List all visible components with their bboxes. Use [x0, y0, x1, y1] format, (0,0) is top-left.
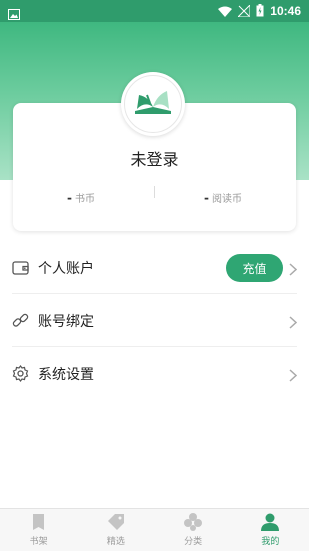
- no-signal-icon: [237, 2, 251, 21]
- tag-icon: [107, 514, 124, 530]
- clover-icon: [184, 513, 203, 531]
- book-logo-icon: [133, 89, 173, 119]
- user-icon: [261, 513, 280, 531]
- bookshelf-icon: [32, 514, 44, 530]
- reading-coin-stat[interactable]: - 阅读币: [204, 190, 242, 206]
- bottom-tab-bar: 书架 精选 分类 我的: [0, 508, 309, 551]
- book-coin-value: -: [67, 190, 72, 205]
- book-coin-label: 书币: [74, 194, 95, 205]
- link-icon: [12, 312, 29, 329]
- menu-label-settings: 系统设置: [38, 367, 94, 383]
- menu-item-binding[interactable]: 账号绑定: [0, 294, 309, 347]
- battery-icon: [256, 2, 264, 21]
- tab-featured[interactable]: 精选: [77, 509, 154, 551]
- recharge-button[interactable]: 充值: [226, 254, 283, 282]
- menu-label-binding: 账号绑定: [38, 314, 94, 330]
- tab-category[interactable]: 分类: [155, 509, 232, 551]
- login-status[interactable]: 未登录: [0, 146, 309, 170]
- wallet-icon: [12, 259, 29, 276]
- menu-item-settings[interactable]: 系统设置: [0, 347, 309, 400]
- menu-item-account[interactable]: 个人账户 充值: [0, 241, 309, 294]
- tab-label-bookshelf: 书架: [29, 537, 48, 547]
- avatar[interactable]: [121, 72, 185, 136]
- wifi-icon: [218, 2, 233, 21]
- reading-coin-value: -: [204, 190, 209, 205]
- chevron-right-icon: [289, 261, 298, 276]
- tab-label-category: 分类: [184, 537, 203, 547]
- reading-coin-label: 阅读币: [211, 194, 242, 205]
- chevron-right-icon: [289, 367, 298, 382]
- tab-label-featured: 精选: [106, 537, 125, 547]
- book-coin-stat[interactable]: - 书币: [67, 190, 95, 206]
- gallery-notification-icon: [8, 5, 20, 20]
- status-bar: 10:46: [0, 0, 309, 22]
- tab-bookshelf[interactable]: 书架: [0, 509, 77, 551]
- stat-divider: [154, 186, 155, 198]
- chevron-right-icon: [289, 314, 298, 329]
- gear-icon: [12, 365, 29, 382]
- tab-mine[interactable]: 我的: [232, 509, 309, 551]
- menu-label-account: 个人账户: [38, 261, 94, 277]
- tab-label-mine: 我的: [261, 537, 280, 547]
- status-time: 10:46: [270, 4, 301, 18]
